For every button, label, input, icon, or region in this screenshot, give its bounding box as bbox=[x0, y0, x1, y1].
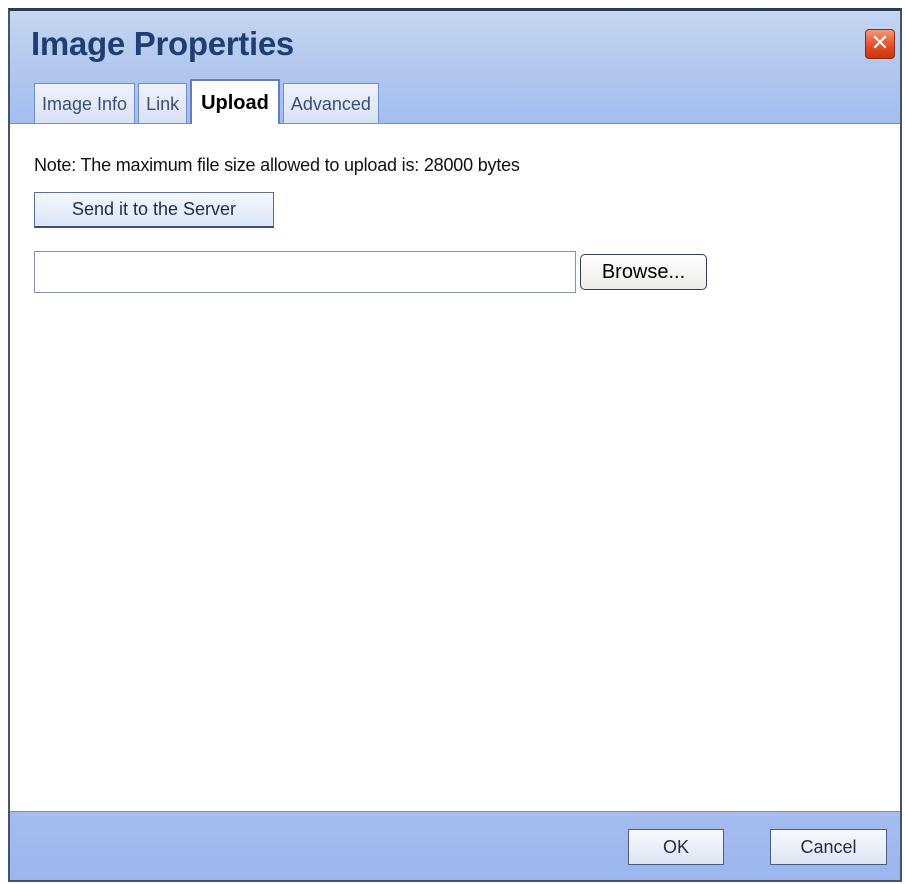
tab-advanced[interactable]: Advanced bbox=[282, 83, 379, 123]
send-to-server-button[interactable]: Send it to the Server bbox=[34, 192, 274, 228]
upload-panel: Note: The maximum file size allowed to u… bbox=[10, 124, 900, 804]
close-icon[interactable]: ✕ bbox=[865, 29, 895, 59]
image-properties-dialog: Image Properties ✕ Image Info Link Uploa… bbox=[8, 8, 902, 882]
ok-button[interactable]: OK bbox=[628, 829, 724, 865]
dialog-header: Image Properties ✕ Image Info Link Uploa… bbox=[10, 11, 900, 124]
max-file-size-note: Note: The maximum file size allowed to u… bbox=[34, 155, 520, 175]
tab-upload[interactable]: Upload bbox=[190, 79, 280, 124]
tab-image-info[interactable]: Image Info bbox=[34, 83, 136, 123]
dialog-footer: OK Cancel bbox=[10, 811, 900, 880]
tab-link[interactable]: Link bbox=[138, 83, 188, 123]
file-path-input[interactable] bbox=[34, 251, 576, 293]
browse-button[interactable]: Browse... bbox=[580, 254, 707, 290]
tab-bar: Image Info Link Upload Advanced bbox=[34, 79, 382, 124]
dialog-title: Image Properties bbox=[31, 25, 294, 62]
cancel-button[interactable]: Cancel bbox=[770, 829, 887, 865]
